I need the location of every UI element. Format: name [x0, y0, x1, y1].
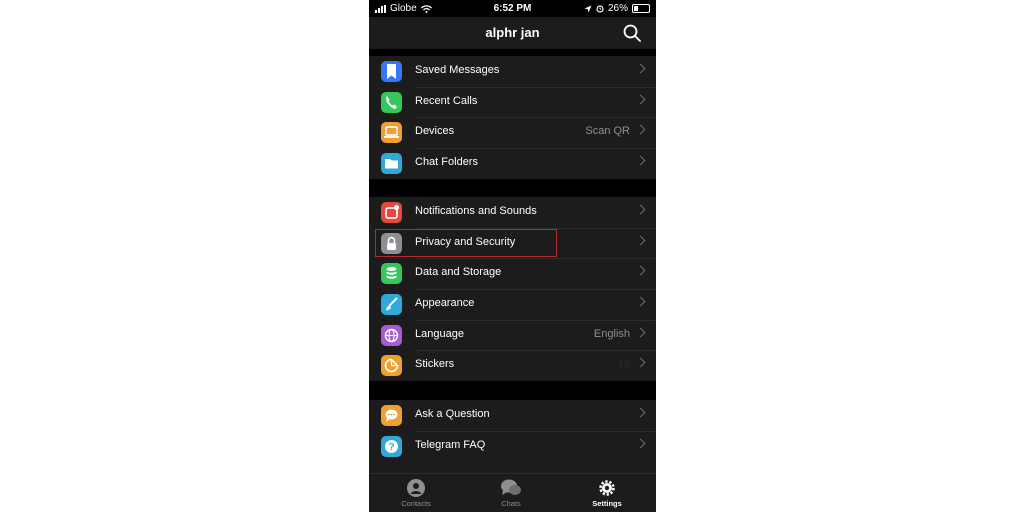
status-bar: Globe 6:52 PM 26% — [369, 0, 656, 17]
chevron-right-icon — [635, 155, 646, 166]
settings-row-recent-calls[interactable]: Recent Calls — [369, 86, 656, 118]
battery-percent: 26% — [607, 3, 628, 14]
settings-group-preferences: Notifications and Sounds Privacy and Secu… — [369, 197, 656, 382]
settings-row-ask-a-question[interactable]: Ask a Question — [369, 400, 656, 431]
location-arrow-icon — [584, 5, 592, 12]
laptop-icon — [381, 122, 402, 144]
settings-row-chat-folders[interactable]: Chat Folders — [369, 148, 656, 179]
settings-row-value: English — [593, 327, 630, 340]
chevron-right-icon — [635, 94, 646, 105]
faq-icon: ? — [381, 435, 402, 457]
tab-label: Settings — [592, 499, 622, 508]
settings-row-data-and-storage[interactable]: Data and Storage — [369, 258, 656, 289]
tab-label: Chats — [501, 499, 521, 508]
tab-label: Contacts — [401, 499, 431, 508]
settings-row-value: Scan QR — [585, 125, 630, 138]
tab-bar: Contacts Chats Settings — [369, 473, 656, 512]
settings-row-saved-messages[interactable]: Saved Messages — [369, 56, 656, 87]
sticker-icon — [381, 355, 402, 377]
settings-row-label: Saved Messages — [415, 64, 500, 76]
settings-row-label: Devices — [415, 125, 455, 138]
chats-icon — [501, 479, 521, 495]
settings-row-label: Chat Folders — [415, 156, 478, 169]
header: alphr jan — [369, 17, 656, 49]
globe-icon — [381, 324, 402, 346]
settings-row-value: 16 — [617, 358, 630, 371]
settings-group-account: Saved Messages Recent Calls Devices Scan QR… — [369, 56, 656, 179]
chevron-right-icon — [635, 235, 646, 246]
phone-icon — [381, 91, 402, 113]
tab-chats[interactable]: Chats — [476, 478, 546, 508]
settings-row-label: Language — [415, 327, 464, 340]
settings-group-help: Ask a Question? Telegram FAQ — [369, 400, 656, 473]
brush-icon — [381, 294, 402, 316]
settings-row-stickers[interactable]: Stickers 16 — [369, 350, 656, 381]
chevron-right-icon — [635, 407, 646, 418]
settings-row-notifications-and-sounds[interactable]: Notifications and Sounds — [369, 197, 656, 228]
settings-row-label: Recent Calls — [415, 94, 478, 107]
status-right: 26% — [584, 3, 650, 14]
settings-row-devices[interactable]: Devices Scan QR — [369, 117, 656, 148]
settings-row-appearance[interactable]: Appearance — [369, 289, 656, 320]
alarm-icon — [596, 4, 604, 13]
notification-icon — [381, 202, 402, 223]
svg-text:?: ? — [388, 442, 394, 453]
contacts-icon — [407, 479, 425, 497]
chevron-right-icon — [635, 204, 646, 215]
privacy-highlight-box — [375, 229, 557, 257]
search-icon — [623, 24, 641, 42]
profile-name: alphr jan — [485, 25, 540, 40]
settings-row-label: Appearance — [415, 297, 475, 310]
chevron-right-icon — [635, 438, 646, 449]
search-button[interactable] — [622, 23, 642, 43]
tab-contacts[interactable]: Contacts — [381, 478, 451, 508]
settings-row-label: Stickers — [415, 358, 455, 371]
chevron-right-icon — [635, 265, 646, 276]
chevron-right-icon — [635, 327, 646, 338]
settings-row-label: Telegram FAQ — [415, 438, 486, 451]
chevron-right-icon — [635, 63, 646, 74]
chat-bubble-icon — [381, 405, 402, 426]
settings-row-language[interactable]: Language English — [369, 319, 656, 351]
tab-settings[interactable]: Settings — [572, 478, 642, 508]
settings-row-label: Data and Storage — [415, 266, 502, 279]
chevron-right-icon — [635, 296, 646, 307]
database-icon — [381, 263, 402, 285]
folder-icon — [381, 153, 402, 175]
chevron-right-icon — [635, 124, 646, 135]
settings-row-label: Notifications and Sounds — [415, 205, 537, 217]
settings-row-telegram-faq[interactable]: ? Telegram FAQ — [369, 430, 656, 462]
battery-icon — [632, 4, 650, 13]
settings-row-label: Ask a Question — [415, 408, 490, 420]
settings-gear-icon — [599, 480, 615, 496]
chevron-right-icon — [635, 357, 646, 368]
bookmark-icon — [381, 61, 402, 82]
